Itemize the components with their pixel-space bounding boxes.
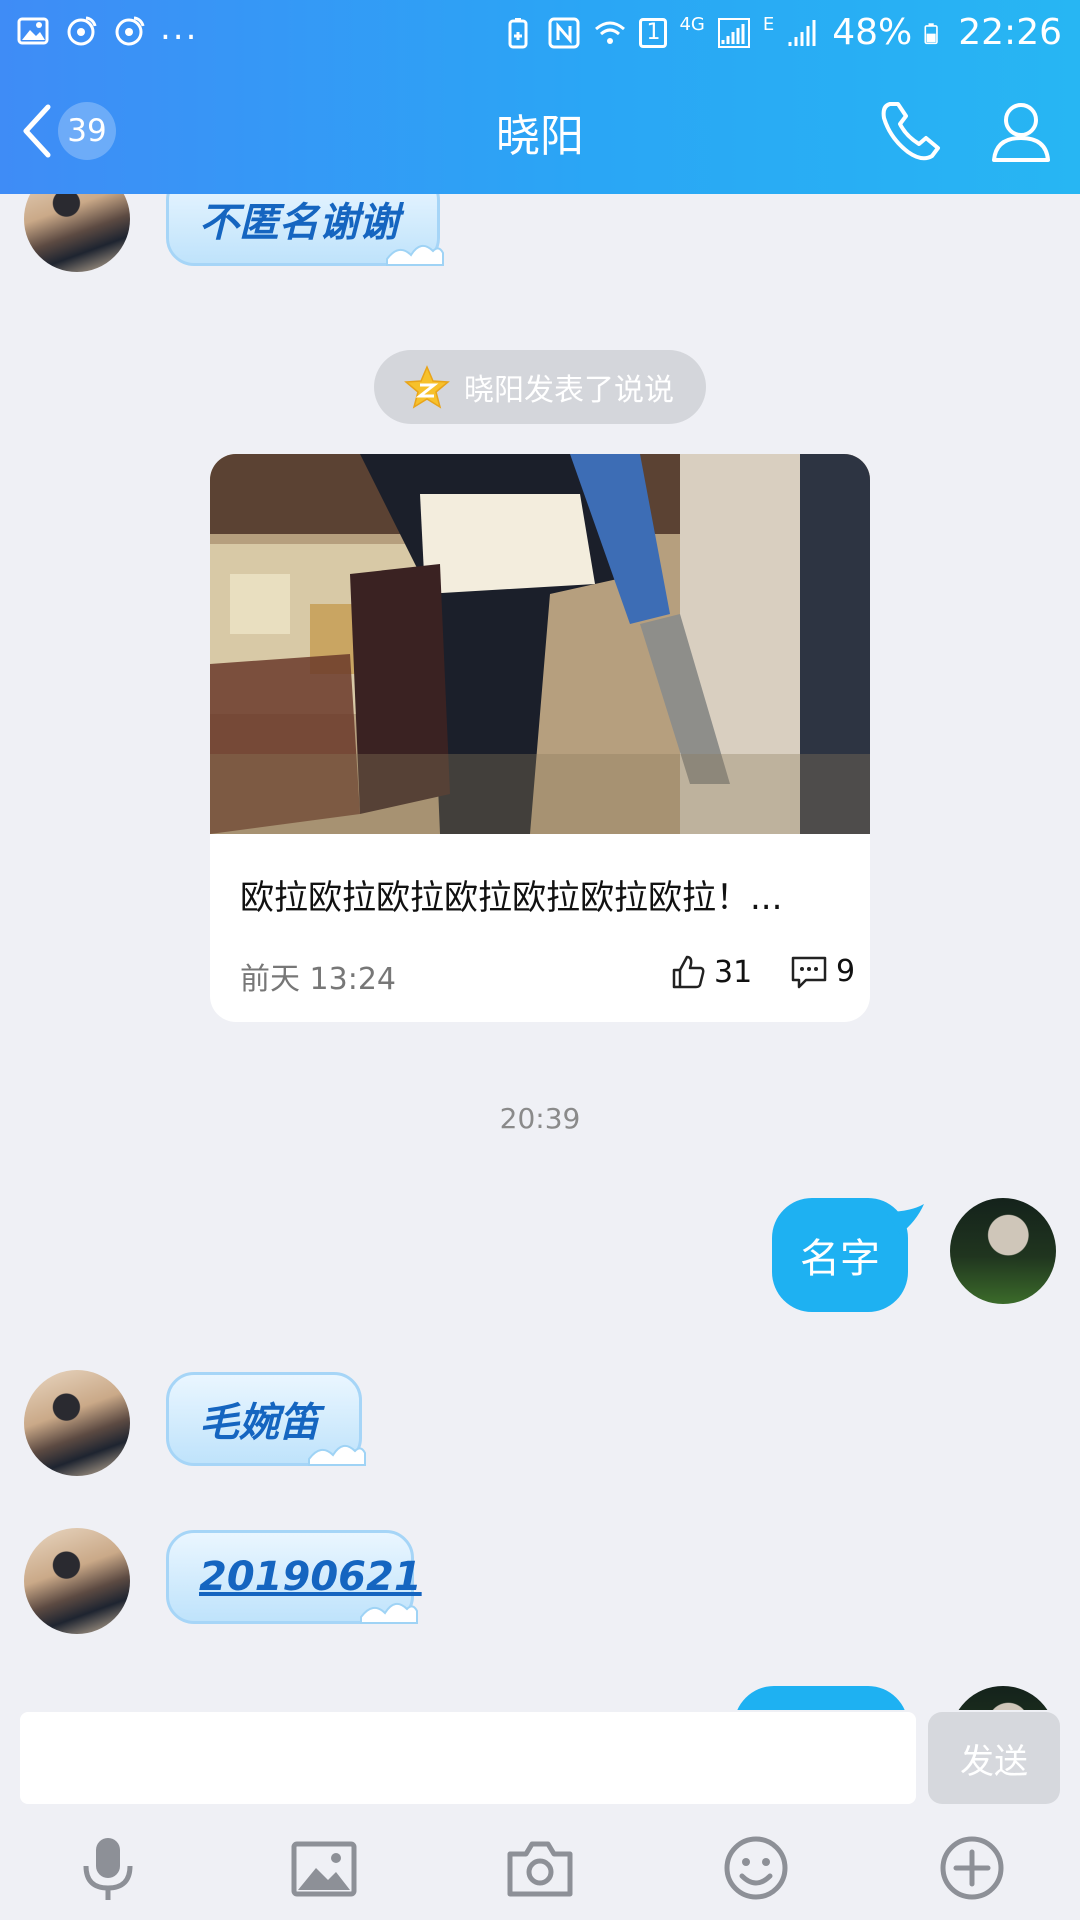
profile-icon[interactable] xyxy=(986,96,1056,166)
message-bubble-received[interactable]: 不匿名谢谢 xyxy=(166,194,444,266)
wave-decoration-icon xyxy=(360,1602,418,1624)
input-area: 发送 xyxy=(0,1710,1080,1920)
shared-post-card[interactable]: 欧拉欧拉欧拉欧拉欧拉欧拉欧拉！... 前天 13:24 31 9 xyxy=(210,454,870,1022)
status-bar: ... 1 4G E 48% 22:26 xyxy=(0,0,1080,66)
comment-icon xyxy=(791,956,827,988)
wifi-icon xyxy=(595,21,626,44)
send-button[interactable]: 发送 xyxy=(928,1712,1060,1804)
message-bubble-sent[interactable]: 名字 xyxy=(772,1198,924,1312)
message-bubble-received[interactable]: 20190621 xyxy=(166,1530,422,1624)
comment-button[interactable]: 9 xyxy=(790,954,855,989)
message-input[interactable] xyxy=(20,1712,916,1804)
camera-icon[interactable] xyxy=(504,1832,576,1904)
status-system: 1 4G E 48% 22:26 xyxy=(501,12,1062,53)
post-meta: 前天 13:24 31 9 xyxy=(240,954,855,998)
wave-decoration-icon xyxy=(386,244,444,266)
bubble-tail xyxy=(886,1204,924,1234)
weibo-icon xyxy=(115,16,145,46)
post-text: 欧拉欧拉欧拉欧拉欧拉欧拉欧拉！... xyxy=(240,878,783,918)
battery-percent: 48% xyxy=(832,12,913,53)
chat-header: 39 晓阳 xyxy=(0,66,1080,194)
contact-avatar[interactable] xyxy=(24,194,130,272)
gallery-icon xyxy=(17,17,49,45)
battery-saver-icon xyxy=(508,17,528,48)
message-timestamp: 20:39 xyxy=(499,1102,581,1135)
like-button[interactable]: 31 xyxy=(670,954,752,990)
nfc-icon xyxy=(548,17,580,48)
phone-icon[interactable] xyxy=(876,96,946,166)
signal-icon xyxy=(717,17,750,48)
qzone-star-icon xyxy=(404,365,450,409)
post-photo[interactable] xyxy=(210,454,870,834)
weibo-icon xyxy=(67,16,97,46)
thumbs-up-icon xyxy=(672,955,705,989)
message-bubble-sent[interactable] xyxy=(734,1686,908,1710)
contact-avatar[interactable] xyxy=(24,1528,130,1634)
network-type-2: E xyxy=(762,14,775,35)
top-bar: ... 1 4G E 48% 22:26 39 晓阳 xyxy=(0,0,1080,194)
message-text: 不匿名谢谢 xyxy=(199,200,399,246)
comment-count: 9 xyxy=(836,954,856,989)
my-avatar[interactable] xyxy=(950,1686,1056,1710)
contact-avatar[interactable] xyxy=(24,1370,130,1476)
my-avatar[interactable] xyxy=(950,1198,1056,1304)
feed-notice[interactable]: 晓阳发表了说说 xyxy=(374,350,706,424)
emoji-icon[interactable] xyxy=(720,1832,792,1904)
battery-icon xyxy=(924,22,938,44)
message-list[interactable]: 不匿名谢谢 晓阳发表了说说 欧拉欧拉欧拉欧拉欧拉欧拉欧拉！... 前天 13:2… xyxy=(0,194,1080,1710)
signal-icon xyxy=(788,19,816,46)
clock: 22:26 xyxy=(958,12,1062,53)
microphone-icon[interactable] xyxy=(72,1832,144,1904)
more-notifications-dots: ... xyxy=(160,8,199,48)
notice-text: 晓阳发表了说说 xyxy=(464,373,674,408)
sim-badge: 1 xyxy=(639,17,668,48)
input-toolbar xyxy=(0,1818,1080,1918)
message-bubble-received[interactable]: 毛婉笛 xyxy=(166,1372,366,1466)
like-count: 31 xyxy=(714,954,753,990)
status-notifications: ... xyxy=(16,8,198,48)
network-type: 4G xyxy=(679,14,705,35)
wave-decoration-icon xyxy=(308,1444,366,1466)
post-time: 前天 13:24 xyxy=(240,962,396,997)
image-icon[interactable] xyxy=(288,1832,360,1904)
message-text: 名字 xyxy=(800,1236,880,1282)
message-text: 毛婉笛 xyxy=(199,1400,319,1446)
plus-icon[interactable] xyxy=(936,1832,1008,1904)
